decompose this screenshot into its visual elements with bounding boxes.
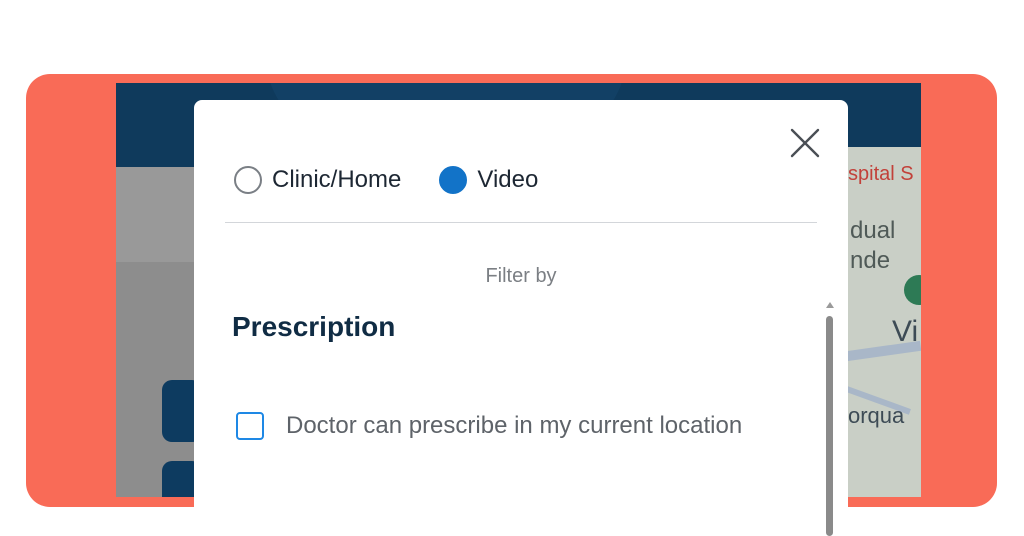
radio-unchecked-icon <box>234 166 262 194</box>
checkbox-label: Doctor can prescribe in my current locat… <box>286 412 743 439</box>
radio-video[interactable]: Video <box>439 166 538 194</box>
filter-by-heading: Filter by <box>485 265 557 287</box>
radio-clinic-home[interactable]: Clinic/Home <box>234 166 401 194</box>
radio-label: Clinic/Home <box>272 166 402 193</box>
divider <box>225 222 817 223</box>
map-label: dual <box>850 217 896 244</box>
filter-modal: Clinic/Home Video Filter by Prescription… <box>194 100 848 536</box>
map-label: spital S <box>848 163 914 185</box>
checkbox-unchecked-icon[interactable] <box>236 412 264 440</box>
close-icon <box>790 128 820 158</box>
map-label: orqua <box>848 403 905 428</box>
scroll-up-arrow-icon[interactable] <box>826 302 834 308</box>
scrollbar-thumb[interactable] <box>826 316 833 536</box>
prescription-section-title: Prescription <box>232 311 396 342</box>
radio-checked-icon <box>439 166 468 194</box>
left-panel-strip <box>116 167 196 262</box>
map-label: nde <box>850 247 891 274</box>
map-pin-icon <box>904 275 921 305</box>
prescription-filter-option[interactable]: Doctor can prescribe in my current locat… <box>236 412 742 440</box>
delivery-type-radio-group: Clinic/Home Video <box>234 166 576 194</box>
radio-label: Video <box>477 166 539 193</box>
map-label: Vi <box>892 315 919 348</box>
close-button[interactable] <box>786 124 826 164</box>
